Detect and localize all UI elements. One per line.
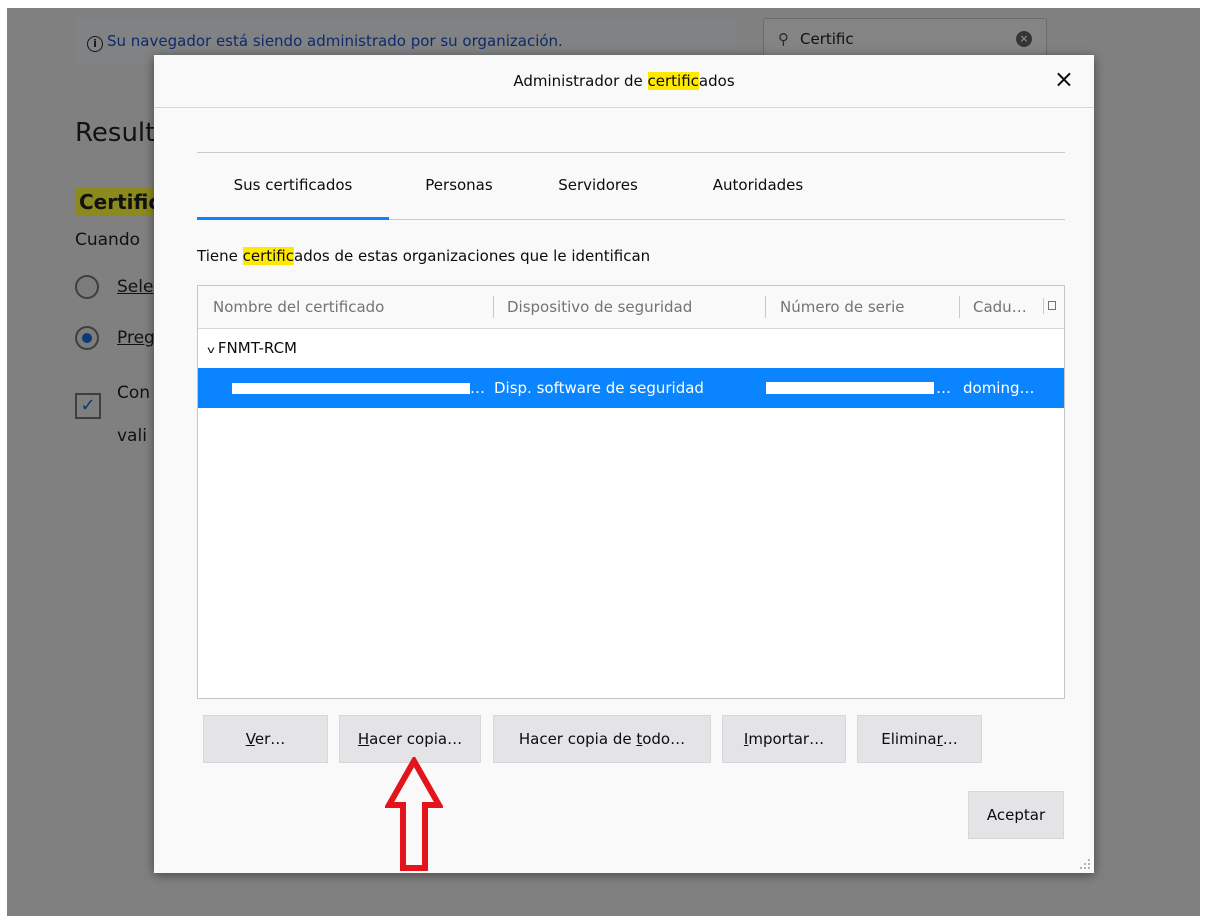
import-button[interactable]: Importar… bbox=[722, 715, 846, 763]
redacted-certificate-name bbox=[232, 383, 470, 394]
cell-expires: doming… bbox=[963, 379, 1035, 397]
radio-select-auto-label[interactable]: Sele bbox=[117, 277, 153, 297]
redacted-serial-number bbox=[766, 382, 934, 394]
radio-select-auto[interactable] bbox=[75, 275, 99, 299]
certificates-description-text: Tiene certificados de estas organizacion… bbox=[197, 247, 650, 265]
tab-authorities[interactable]: Autoridades bbox=[691, 153, 825, 217]
desc-highlight: certific bbox=[242, 247, 294, 265]
import-label: mportar… bbox=[748, 730, 825, 748]
resize-grip-icon[interactable] bbox=[1080, 859, 1090, 869]
column-header-expires[interactable]: Cadu… bbox=[973, 286, 1043, 328]
clear-icon[interactable]: × bbox=[1016, 31, 1032, 47]
certificate-tree[interactable]: Nombre del certificado Dispositivo de se… bbox=[197, 285, 1065, 699]
dialog-title-text-end: ados bbox=[698, 72, 735, 90]
certificate-manager-dialog: Administrador de certificados × Sus cert… bbox=[154, 55, 1094, 873]
view-button[interactable]: Ver… bbox=[203, 715, 328, 763]
red-up-arrow-annotation bbox=[385, 757, 443, 871]
desc-text-end: ados de estas organizaciones que le iden… bbox=[294, 247, 651, 265]
backup-all-label-end: odo… bbox=[642, 730, 686, 748]
search-value: Certific bbox=[800, 30, 854, 48]
ocsp-checkbox[interactable]: ✓ bbox=[75, 393, 101, 419]
backup-accesskey: H bbox=[357, 730, 370, 748]
backup-all-button[interactable]: Hacer copia de todo… bbox=[493, 715, 711, 763]
radio-ask-every-time-label[interactable]: Preg bbox=[117, 328, 155, 348]
certificates-description: Cuando bbox=[75, 230, 141, 250]
tree-header: Nombre del certificado Dispositivo de se… bbox=[198, 286, 1064, 329]
info-icon: i bbox=[87, 36, 103, 52]
column-separator[interactable] bbox=[959, 296, 960, 318]
backup-button[interactable]: Hacer copia… bbox=[339, 715, 481, 763]
radio-ask-every-time[interactable] bbox=[75, 326, 99, 350]
ocsp-checkbox-label-line1[interactable]: Con bbox=[117, 383, 150, 403]
delete-label-end: … bbox=[942, 730, 958, 748]
certificates-section-heading: Certific bbox=[75, 188, 165, 216]
dialog-title-text: Administrador de bbox=[513, 72, 648, 90]
delete-button[interactable]: Eliminar… bbox=[857, 715, 982, 763]
desc-text-start: Tiene bbox=[197, 247, 243, 265]
column-header-name[interactable]: Nombre del certificado bbox=[213, 286, 483, 328]
cell-security-device: Disp. software de seguridad bbox=[494, 379, 704, 397]
view-label: er… bbox=[254, 730, 286, 748]
cell-serial-ellipsis: … bbox=[936, 379, 951, 397]
column-header-device[interactable]: Dispositivo de seguridad bbox=[507, 286, 757, 328]
tab-bar: Sus certificados Personas Servidores Aut… bbox=[197, 152, 1065, 220]
ocsp-checkbox-label-line2: vali bbox=[117, 426, 147, 446]
backup-label: acer copia… bbox=[369, 730, 463, 748]
chevron-down-icon[interactable]: v bbox=[207, 331, 215, 371]
close-icon[interactable]: × bbox=[1054, 67, 1074, 91]
view-accesskey: V bbox=[245, 730, 255, 748]
certificate-row-selected[interactable]: … Disp. software de seguridad … doming… bbox=[198, 368, 1064, 408]
tab-servers[interactable]: Servidores bbox=[537, 153, 659, 217]
search-icon: ⚲ bbox=[778, 30, 789, 48]
group-name: FNMT-RCM bbox=[217, 339, 298, 357]
dialog-title: Administrador de certificados bbox=[154, 72, 1094, 90]
results-heading: Result bbox=[75, 118, 156, 148]
tree-group-row[interactable]: v FNMT-RCM bbox=[198, 328, 1064, 368]
backup-all-label: Hacer copia de bbox=[518, 730, 637, 748]
managed-notice-text: Su navegador está siendo administrado po… bbox=[107, 32, 563, 50]
column-separator[interactable] bbox=[765, 296, 766, 318]
accept-button[interactable]: Aceptar bbox=[968, 791, 1064, 839]
tab-your-certificates[interactable]: Sus certificados bbox=[197, 153, 389, 220]
column-separator[interactable] bbox=[493, 296, 494, 318]
dialog-titlebar: Administrador de certificados × bbox=[154, 55, 1094, 108]
delete-label: Elimina bbox=[881, 730, 937, 748]
settings-search-input[interactable]: ⚲ Certific × bbox=[763, 18, 1047, 60]
cell-name-ellipsis: … bbox=[470, 379, 485, 397]
column-picker-icon[interactable] bbox=[1043, 298, 1058, 314]
dialog-title-highlight: certific bbox=[647, 72, 699, 90]
tab-people[interactable]: Personas bbox=[404, 153, 514, 217]
column-header-serial[interactable]: Número de serie bbox=[780, 286, 950, 328]
